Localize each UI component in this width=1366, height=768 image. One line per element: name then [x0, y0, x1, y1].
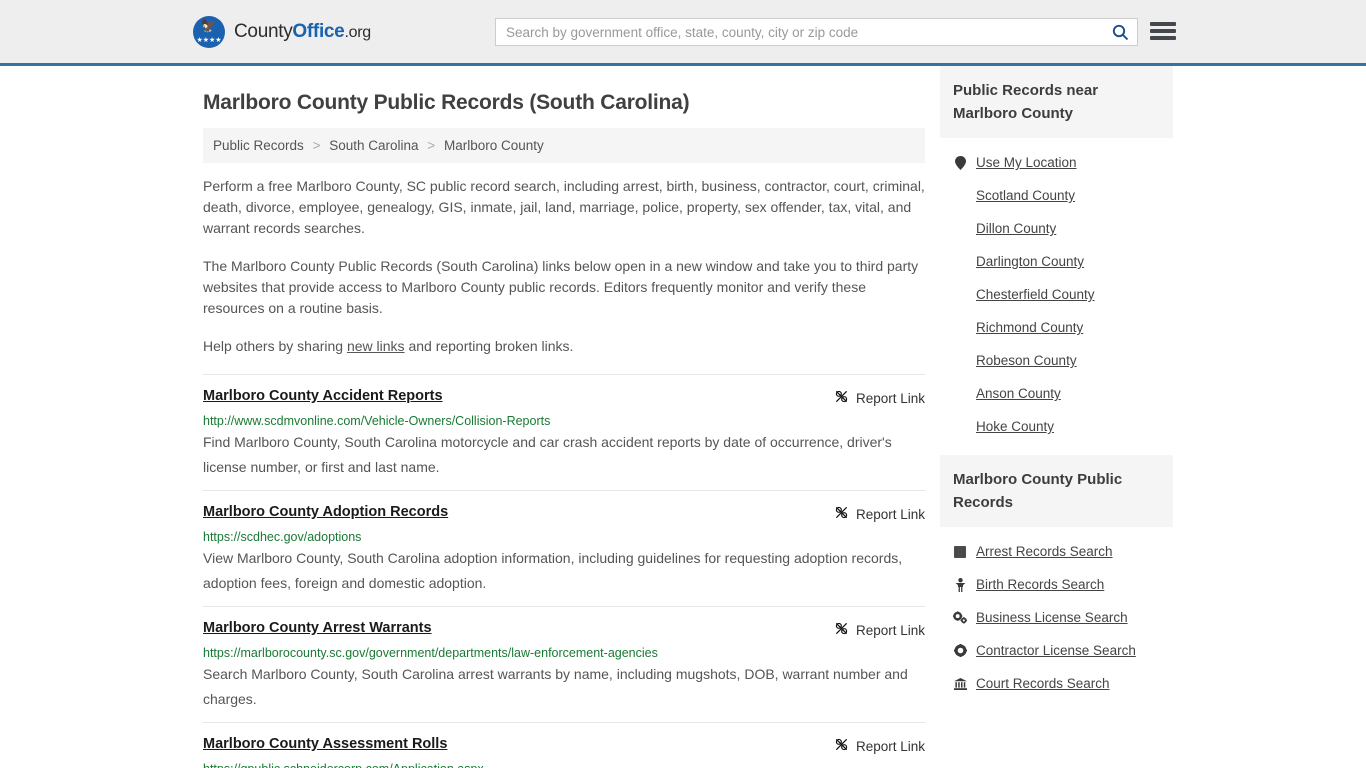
records-list: Marlboro County Accident Reports Report L…	[203, 374, 925, 768]
search-icon	[1112, 24, 1128, 40]
nearby-county-list: Use My Location Scotland County Dillon Cou…	[940, 138, 1173, 443]
intro-paragraph-3: Help others by sharing new links and rep…	[203, 336, 925, 357]
record-title-link[interactable]: Marlboro County Accident Reports	[203, 388, 443, 404]
record-url: http://www.scdmvonline.com/Vehicle-Owner…	[203, 414, 551, 428]
new-links-link[interactable]: new links	[347, 338, 405, 354]
nearby-panel-heading: Public Records near Marlboro County	[940, 66, 1173, 138]
record-item: Marlboro County Adoption Records Report L…	[203, 490, 925, 606]
nearby-county-item[interactable]: Richmond County	[940, 311, 1173, 344]
record-url: https://qpublic.schneidercorp.com/Applic…	[203, 762, 925, 768]
record-title-link[interactable]: Marlboro County Arrest Warrants	[203, 620, 432, 636]
county-records-panel: Marlboro County Public Records Arrest Re…	[940, 455, 1173, 700]
report-link-label: Report Link	[855, 738, 925, 754]
logo-text-county: County	[234, 20, 293, 42]
record-type-item[interactable]: Birth Records Search	[940, 568, 1173, 601]
report-link-button[interactable]: Report Link	[834, 504, 925, 523]
courthouse-icon	[953, 677, 967, 690]
breadcrumb-separator: >	[427, 138, 436, 153]
share-text-before: Help others by sharing	[203, 338, 347, 354]
site-header: 🦅 ★★★★ CountyOffice.org	[0, 0, 1366, 66]
record-url: https://scdhec.gov/adoptions	[203, 530, 362, 544]
report-link-label: Report Link	[855, 506, 925, 522]
nearby-county-item[interactable]: Use My Location	[940, 146, 1173, 179]
record-type-link[interactable]: Birth Records Search	[976, 577, 1104, 592]
broken-link-icon	[834, 389, 849, 407]
record-type-item[interactable]: Business License Search	[940, 601, 1173, 634]
record-type-link[interactable]: Contractor License Search	[976, 643, 1136, 658]
record-description: View Marlboro County, South Carolina ado…	[203, 550, 903, 591]
search-bar	[495, 18, 1138, 46]
logo-text-org: .org	[344, 23, 371, 41]
nearby-county-item[interactable]: Chesterfield County	[940, 278, 1173, 311]
breadcrumb-separator: >	[312, 138, 321, 153]
intro-paragraph-2: The Marlboro County Public Records (Sout…	[203, 258, 919, 316]
nearby-county-link[interactable]: Scotland County	[976, 188, 1075, 203]
nearby-county-link[interactable]: Robeson County	[976, 353, 1077, 368]
page-title: Marlboro County Public Records (South Ca…	[203, 91, 690, 114]
site-logo[interactable]: 🦅 ★★★★ CountyOffice.org	[193, 15, 371, 48]
records-panel-heading: Marlboro County Public Records	[940, 455, 1173, 527]
nearby-county-item[interactable]: Scotland County	[940, 179, 1173, 212]
record-item: Marlboro County Accident Reports Report L…	[203, 374, 925, 490]
page-body: Marlboro County Public Records (South Ca…	[0, 66, 1366, 768]
nearby-records-panel: Public Records near Marlboro County Use …	[940, 66, 1173, 443]
record-type-link[interactable]: Court Records Search	[976, 676, 1110, 691]
record-type-link[interactable]: Business License Search	[976, 610, 1128, 625]
search-button[interactable]	[1103, 19, 1137, 45]
nearby-county-link[interactable]: Hoke County	[976, 419, 1054, 434]
record-description: Search Marlboro County, South Carolina a…	[203, 666, 908, 707]
intro-paragraph-1: Perform a free Marlboro County, SC publi…	[203, 178, 925, 236]
nearby-county-item[interactable]: Dillon County	[940, 212, 1173, 245]
record-title-link[interactable]: Marlboro County Adoption Records	[203, 504, 448, 520]
record-description: Find Marlboro County, South Carolina mot…	[203, 434, 892, 475]
broken-link-icon	[834, 621, 849, 639]
record-type-item[interactable]: Contractor License Search	[940, 634, 1173, 667]
logo-wordmark: CountyOffice.org	[234, 21, 371, 43]
nearby-county-link[interactable]: Darlington County	[976, 254, 1084, 269]
record-type-item[interactable]: Arrest Records Search	[940, 535, 1173, 568]
sidebar: Public Records near Marlboro County Use …	[940, 66, 1173, 712]
report-link-button[interactable]: Report Link	[834, 388, 925, 407]
nearby-county-link[interactable]: Dillon County	[976, 221, 1056, 236]
breadcrumb-item-marlboro-county[interactable]: Marlboro County	[444, 138, 544, 153]
record-item: Marlboro County Arrest Warrants Report Li…	[203, 606, 925, 722]
record-item: Marlboro County Assessment Rolls Report L…	[203, 722, 925, 768]
breadcrumb-item-public-records[interactable]: Public Records	[213, 138, 304, 153]
record-type-item[interactable]: Court Records Search	[940, 667, 1173, 700]
square-icon	[953, 545, 967, 558]
nearby-county-item[interactable]: Robeson County	[940, 344, 1173, 377]
record-title-link[interactable]: Marlboro County Assessment Rolls	[203, 736, 447, 752]
eagle-seal-icon: 🦅 ★★★★	[193, 15, 225, 48]
report-link-button[interactable]: Report Link	[834, 736, 925, 755]
nearby-county-link[interactable]: Use My Location	[976, 155, 1077, 170]
record-type-list: Arrest Records Search Birth Records Searc…	[940, 527, 1173, 700]
broken-link-icon	[834, 737, 849, 755]
report-link-label: Report Link	[855, 622, 925, 638]
nearby-county-item[interactable]: Darlington County	[940, 245, 1173, 278]
broken-link-icon	[834, 505, 849, 523]
cogs-icon	[953, 611, 967, 624]
breadcrumb-item-south-carolina[interactable]: South Carolina	[329, 138, 418, 153]
nearby-county-item[interactable]: Anson County	[940, 377, 1173, 410]
gear-icon	[953, 644, 967, 657]
search-input[interactable]	[496, 19, 1103, 45]
logo-text-office: Office	[292, 20, 345, 42]
nearby-county-link[interactable]: Anson County	[976, 386, 1061, 401]
record-type-link[interactable]: Arrest Records Search	[976, 544, 1113, 559]
report-link-label: Report Link	[855, 390, 925, 406]
map-pin-icon	[953, 155, 967, 170]
report-link-button[interactable]: Report Link	[834, 620, 925, 639]
share-text-after: and reporting broken links.	[404, 338, 574, 354]
nearby-county-link[interactable]: Richmond County	[976, 320, 1083, 335]
hamburger-menu-icon[interactable]	[1150, 19, 1176, 43]
nearby-county-item[interactable]: Hoke County	[940, 410, 1173, 443]
baby-icon	[953, 577, 967, 592]
main-content: Marlboro County Public Records (South Ca…	[203, 66, 925, 768]
breadcrumb: Public Records > South Carolina > Marlbo…	[203, 128, 925, 163]
nearby-county-link[interactable]: Chesterfield County	[976, 287, 1095, 302]
record-url: https://marlborocounty.sc.gov/government…	[203, 646, 658, 660]
